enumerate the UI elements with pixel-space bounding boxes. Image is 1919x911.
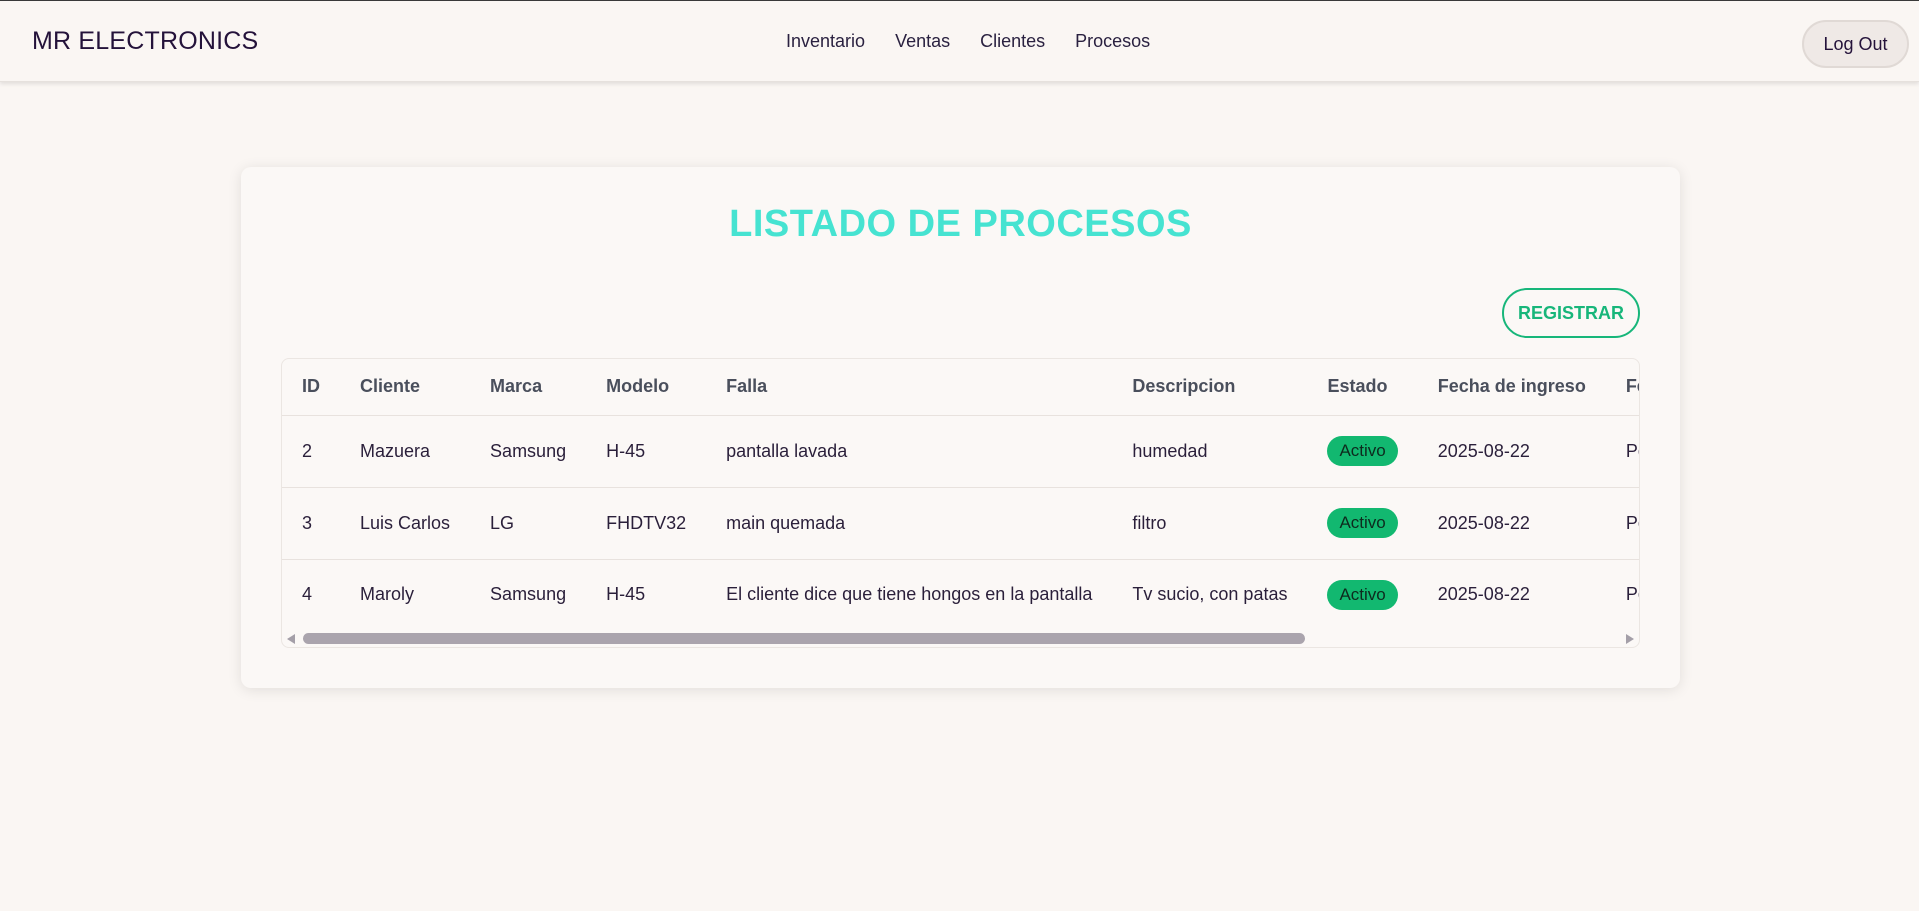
scroll-left-arrow-icon[interactable] [287,634,295,644]
column-header-falla: Falla [706,359,1113,416]
brand-logo-text[interactable]: MR ELECTRONICS [32,27,258,56]
column-header-modelo: Modelo [586,359,707,416]
cell-fecha-ingreso: 2025-08-22 [1417,487,1606,560]
cell-modelo: H-45 [606,584,646,605]
column-header-fecha-ingreso: Fecha de ingreso [1417,359,1606,416]
procesos-card: LISTADO DE PROCESOS REGISTRAR ID Cliente… [241,167,1680,688]
cell-estado: Activo [1307,415,1418,488]
status-badge: Activo [1327,508,1398,538]
cell-id: 2 [282,415,340,488]
cell-modelo: FHDTV32 [586,487,707,560]
cell-falla: pantalla lavada [706,415,1113,488]
cell-fecha-de: Pendient [1625,584,1639,605]
table-row: 4 Maroly Samsung H-45 El cliente dice qu… [282,559,1639,630]
cell-fecha-ingreso: 2025-08-22 [1417,415,1606,488]
table-header-row: ID Cliente Marca Modelo Falla Descripcio… [282,359,1639,416]
logout-button[interactable]: Log Out [1802,20,1909,68]
cell-fecha-de: Pendient [1605,487,1639,560]
page-title: LISTADO DE PROCESOS [729,203,1192,245]
cell-marca: LG [470,487,587,560]
cell-id: 4 [302,584,313,605]
cell-cliente: Mazuera [340,415,471,488]
scroll-right-arrow-icon[interactable] [1626,634,1634,644]
table-row: 3 Luis Carlos LG FHDTV32 main quemada fi… [282,487,1639,560]
cell-descripcion: humedad [1112,415,1308,488]
nav-link-clientes[interactable]: Clientes [980,31,1045,52]
navbar: MR ELECTRONICS Inventario Ventas Cliente… [0,1,1919,82]
cell-falla: El cliente dice que tiene hongos en la p… [726,584,1093,605]
status-badge: Activo [1327,436,1398,466]
nav-links: Inventario Ventas Clientes Procesos [786,31,1150,52]
cell-estado: Activo [1307,559,1417,630]
cell-fecha-ingreso: 2025-08-22 [1437,584,1530,605]
procesos-table-container: ID Cliente Marca Modelo Falla Descripcio… [281,358,1640,648]
cell-modelo: H-45 [586,415,707,488]
horizontal-scrollbar[interactable] [281,629,1640,647]
cell-estado: Activo [1307,487,1418,560]
cell-id: 3 [282,487,340,560]
procesos-table: ID Cliente Marca Modelo Falla Descripcio… [282,359,1639,630]
cell-descripcion: Tv sucio, con patas [1132,584,1288,605]
column-header-id: ID [282,359,340,416]
cell-descripcion: filtro [1112,487,1308,560]
table-row: 2 Mazuera Samsung H-45 pantalla lavada h… [282,415,1639,488]
cell-cliente: Maroly [360,584,415,605]
column-header-descripcion: Descripcion [1112,359,1308,416]
column-header-cliente: Cliente [340,359,471,416]
cell-cliente: Luis Carlos [340,487,471,560]
register-button[interactable]: REGISTRAR [1502,288,1640,338]
column-header-estado: Estado [1307,359,1418,416]
cell-marca: Samsung [490,584,567,605]
cell-fecha-de: Pendient [1605,415,1639,488]
column-header-fecha-de: Fecha de [1605,359,1639,416]
status-badge: Activo [1327,579,1398,610]
column-header-marca: Marca [470,359,587,416]
cell-marca: Samsung [470,415,587,488]
nav-link-procesos[interactable]: Procesos [1075,31,1150,52]
nav-link-inventario[interactable]: Inventario [786,31,865,52]
nav-link-ventas[interactable]: Ventas [895,31,950,52]
cell-falla: main quemada [706,487,1113,560]
scrollbar-thumb[interactable] [303,633,1305,644]
